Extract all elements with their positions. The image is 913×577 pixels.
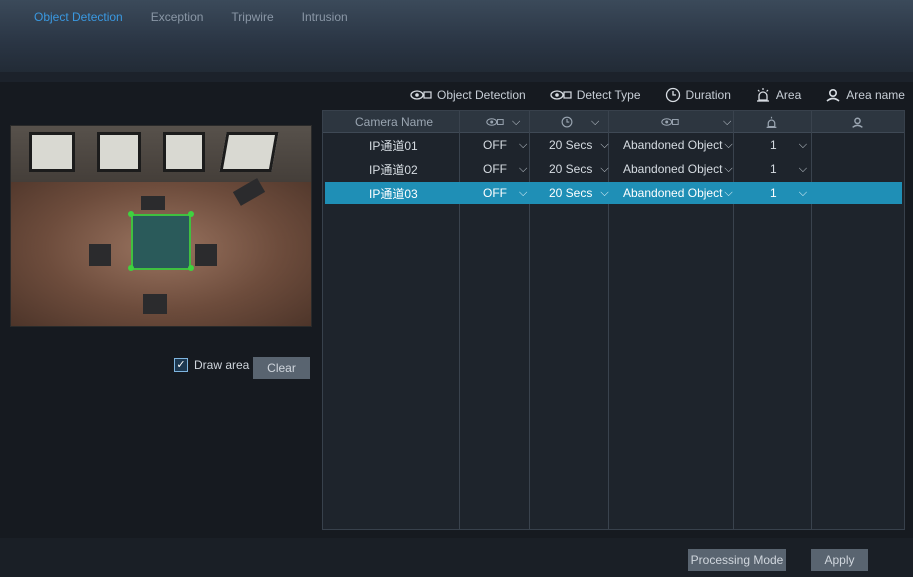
draw-area-label: Draw area — [194, 358, 250, 372]
person-icon — [825, 87, 841, 103]
detect-type-select[interactable]: Abandoned Object ⌵ — [623, 158, 733, 180]
eye-icon — [550, 89, 572, 101]
camera-table: Camera Name ⌵ ⌵ ⌵ IP通道01 OFF ⌵ 20 Secs ⌵ A… — [322, 110, 905, 530]
legend-area-name: Area name — [825, 87, 905, 103]
chair — [195, 244, 217, 266]
duration-value: 20 Secs — [549, 186, 593, 200]
detection-value: OFF — [483, 162, 507, 176]
clear-button[interactable]: Clear — [253, 357, 310, 379]
detection-value: OFF — [483, 138, 507, 152]
legend-area: Area — [755, 87, 801, 103]
draw-area-checkbox[interactable]: ✓ — [174, 358, 188, 372]
area-value: 1 — [770, 186, 777, 200]
eye-icon — [661, 117, 679, 127]
column-legend: Object Detection Detect Type Duration Ar… — [410, 86, 905, 104]
tab-exception[interactable]: Exception — [137, 10, 218, 24]
area-handle[interactable] — [128, 211, 134, 217]
header-area — [765, 111, 778, 133]
chevron-down-icon: ⌵ — [723, 115, 732, 128]
detection-area-box[interactable] — [131, 214, 191, 270]
legend-object-detection: Object Detection — [410, 88, 526, 102]
legend-area-label: Area — [775, 88, 802, 102]
chevron-down-icon: ⌵ — [512, 115, 521, 128]
chair — [141, 196, 165, 210]
table-row-selected[interactable]: IP通道03 OFF ⌵ 20 Secs ⌵ Abandoned Object ⌵ 1… — [325, 182, 902, 204]
tab-bar: Object Detection Exception Tripwire Intr… — [20, 10, 362, 24]
picture-frame — [219, 132, 279, 172]
detection-select[interactable]: OFF ⌵ — [483, 158, 527, 180]
chevron-down-icon: ⌵ — [724, 162, 733, 175]
apply-button[interactable]: Apply — [811, 549, 868, 571]
tab-intrusion[interactable]: Intrusion — [288, 10, 362, 24]
chevron-down-icon: ⌵ — [724, 186, 733, 199]
chevron-down-icon: ⌵ — [724, 138, 733, 151]
picture-frame — [97, 132, 141, 172]
legend-detect-type-label: Detect Type — [576, 88, 641, 102]
header-detect-type[interactable]: ⌵ — [661, 111, 731, 133]
duration-value: 20 Secs — [549, 138, 593, 152]
chevron-down-icon: ⌵ — [600, 162, 609, 175]
table-row[interactable]: IP通道01 OFF ⌵ 20 Secs ⌵ Abandoned Object ⌵ 1… — [325, 134, 902, 156]
duration-select[interactable]: 20 Secs ⌵ — [549, 158, 609, 180]
detection-value: OFF — [483, 186, 507, 200]
duration-select[interactable]: 20 Secs ⌵ — [549, 182, 609, 204]
table-row[interactable]: IP通道02 OFF ⌵ 20 Secs ⌵ Abandoned Object ⌵ 1… — [325, 158, 902, 180]
detect-type-select[interactable]: Abandoned Object ⌵ — [623, 182, 733, 204]
chevron-down-icon: ⌵ — [798, 138, 808, 151]
camera-name-cell: IP通道03 — [369, 186, 418, 201]
area-value: 1 — [770, 138, 777, 152]
detection-select[interactable]: OFF ⌵ — [483, 182, 527, 204]
header-object-detection[interactable]: ⌵ — [486, 111, 520, 133]
area-select[interactable]: 1 ⌵ — [770, 134, 807, 156]
camera-name-cell: IP通道02 — [369, 162, 418, 177]
chevron-down-icon: ⌵ — [798, 162, 808, 175]
clock-icon — [561, 116, 573, 128]
legend-duration-label: Duration — [685, 88, 731, 102]
area-select[interactable]: 1 ⌵ — [770, 182, 807, 204]
eye-icon — [410, 89, 432, 101]
alarm-icon — [755, 87, 771, 103]
tab-object-detection[interactable]: Object Detection — [20, 10, 137, 24]
chevron-down-icon: ⌵ — [519, 186, 528, 199]
chair — [143, 294, 167, 314]
eye-icon — [486, 117, 504, 127]
clock-icon — [665, 87, 681, 103]
tab-tripwire[interactable]: Tripwire — [217, 10, 287, 24]
chevron-down-icon: ⌵ — [519, 162, 528, 175]
area-handle[interactable] — [188, 265, 194, 271]
chevron-down-icon: ⌵ — [519, 138, 528, 151]
picture-frame — [29, 132, 75, 172]
chevron-down-icon: ⌵ — [798, 186, 808, 199]
chevron-down-icon: ⌵ — [600, 186, 609, 199]
draw-area-control[interactable]: ✓ Draw area — [174, 358, 249, 372]
detect-type-value: Abandoned Object — [623, 138, 723, 152]
legend-duration: Duration — [665, 87, 731, 103]
legend-object-detection-label: Object Detection — [437, 88, 526, 102]
detect-type-select[interactable]: Abandoned Object ⌵ — [623, 134, 733, 156]
camera-name-cell: IP通道01 — [369, 138, 418, 153]
legend-area-name-label: Area name — [846, 88, 905, 102]
processing-mode-button[interactable]: Processing Mode — [688, 549, 786, 571]
detect-type-value: Abandoned Object — [623, 186, 723, 200]
header-duration[interactable]: ⌵ — [561, 111, 599, 133]
area-handle[interactable] — [128, 265, 134, 271]
area-select[interactable]: 1 ⌵ — [770, 158, 807, 180]
header-area-name — [851, 111, 864, 133]
detect-type-value: Abandoned Object — [623, 162, 723, 176]
camera-preview[interactable] — [10, 125, 312, 327]
duration-select[interactable]: 20 Secs ⌵ — [549, 134, 609, 156]
chevron-down-icon: ⌵ — [600, 138, 609, 151]
alarm-icon — [765, 116, 778, 129]
header-divider — [0, 72, 913, 82]
area-handle[interactable] — [188, 211, 194, 217]
detection-select[interactable]: OFF ⌵ — [483, 134, 527, 156]
area-value: 1 — [770, 162, 777, 176]
person-icon — [851, 116, 864, 129]
duration-value: 20 Secs — [549, 162, 593, 176]
header-camera-name: Camera Name — [355, 115, 434, 129]
chair — [89, 244, 111, 266]
legend-detect-type: Detect Type — [550, 88, 641, 102]
chevron-down-icon: ⌵ — [591, 115, 600, 128]
picture-frame — [163, 132, 205, 172]
